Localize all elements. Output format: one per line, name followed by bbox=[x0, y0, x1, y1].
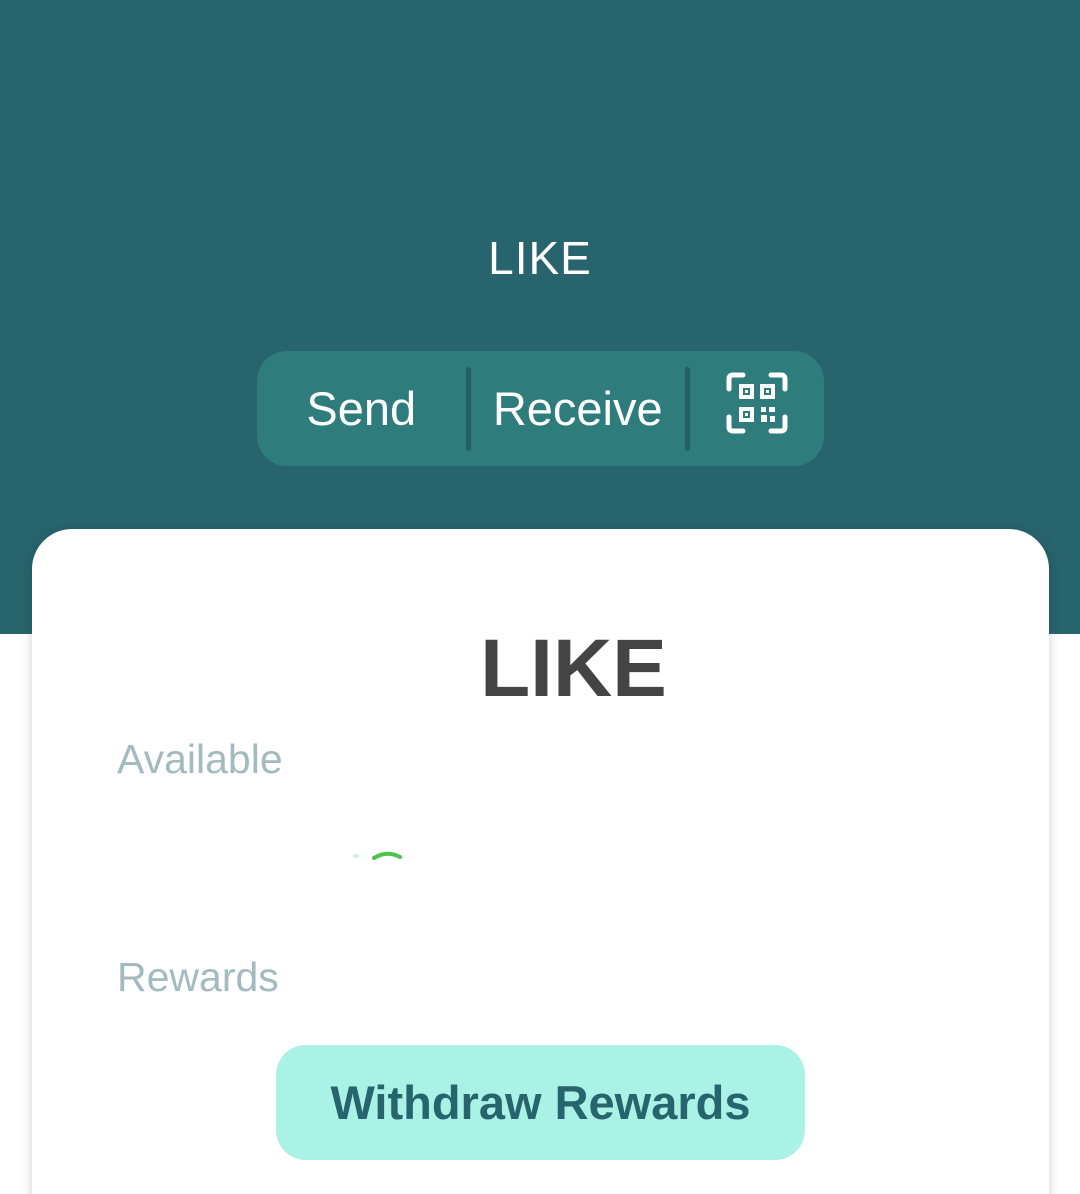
wallet-screen: LIKE Send Receive LIKE Available Rewards… bbox=[0, 0, 1080, 1194]
send-button[interactable]: Send bbox=[257, 351, 466, 466]
withdraw-rewards-button[interactable]: Withdraw Rewards bbox=[276, 1045, 805, 1160]
receive-button[interactable]: Receive bbox=[471, 351, 685, 466]
page-title: LIKE bbox=[488, 232, 592, 284]
action-bar: Send Receive bbox=[257, 351, 824, 466]
scan-qr-button[interactable] bbox=[690, 351, 824, 466]
balance-card: LIKE Available Rewards Withdraw Rewards bbox=[32, 529, 1049, 1194]
available-label: Available bbox=[117, 736, 283, 782]
qr-scan-icon bbox=[725, 371, 789, 446]
loading-indicator bbox=[353, 851, 402, 860]
rewards-label: Rewards bbox=[117, 954, 279, 1000]
card-title: LIKE bbox=[480, 623, 667, 714]
